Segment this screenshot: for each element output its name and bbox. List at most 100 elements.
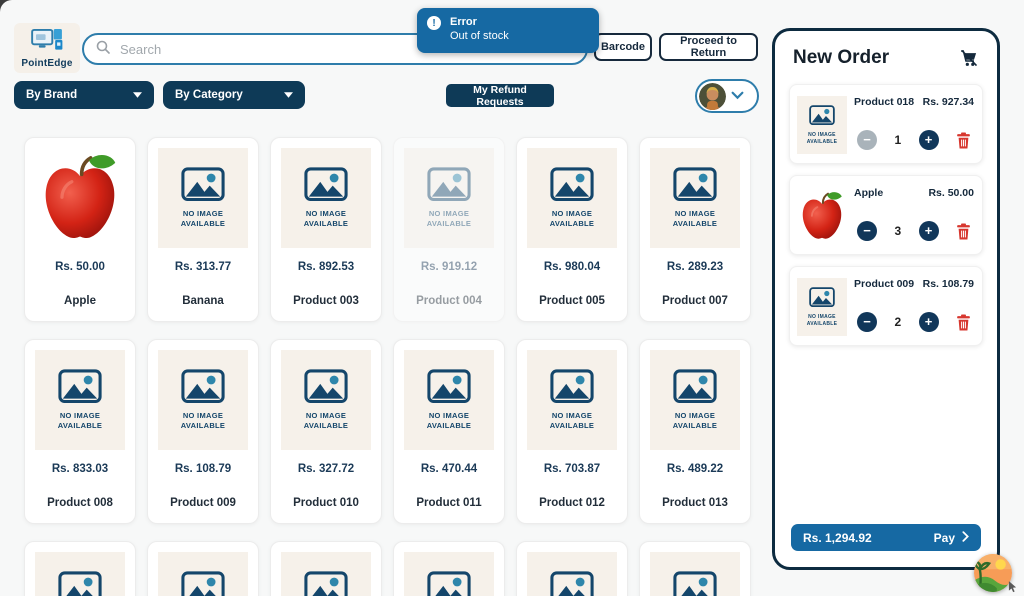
product-card[interactable]: NO IMAGEAVAILABLE Rs. 892.53 Product 003	[270, 137, 382, 322]
cart-item-name: Product 018	[854, 96, 914, 108]
product-card-partial[interactable]: NO IMAGEAVAILABLE	[147, 541, 259, 596]
toast-title: Error	[450, 15, 509, 29]
new-order-title: New Order	[793, 47, 889, 69]
product-card[interactable]: NO IMAGEAVAILABLE Rs. 489.22 Product 013	[639, 339, 751, 524]
by-category-dropdown[interactable]: By Category	[163, 81, 305, 109]
product-name: Product 010	[271, 497, 381, 509]
no-image-label: NO IMAGEAVAILABLE	[181, 411, 226, 431]
product-card[interactable]: NO IMAGEAVAILABLE Rs. 703.87 Product 012	[516, 339, 628, 524]
no-image-label: NO IMAGEAVAILABLE	[673, 209, 718, 229]
product-image: NO IMAGEAVAILABLE	[35, 350, 125, 450]
increase-quantity-button[interactable]: +	[919, 221, 939, 241]
cart-items-list: NO IMAGEAVAILABLE Product 018 Rs. 927.34…	[789, 84, 983, 346]
cart-item-name: Apple	[854, 187, 883, 199]
product-card[interactable]: NO IMAGEAVAILABLE Rs. 980.04 Product 005	[516, 137, 628, 322]
cart-item: NO IMAGEAVAILABLE Product 018 Rs. 927.34…	[789, 84, 983, 164]
product-price: Rs. 108.79	[148, 463, 258, 475]
pay-button[interactable]: Rs. 1,294.92 Pay	[791, 524, 981, 551]
cart-total: Rs. 1,294.92	[803, 531, 872, 545]
product-name: Product 011	[394, 497, 504, 509]
product-price: Rs. 327.72	[271, 463, 381, 475]
no-image-label: NO IMAGEAVAILABLE	[58, 411, 103, 431]
no-image-placeholder: NO IMAGEAVAILABLE	[673, 167, 718, 229]
decrease-quantity-button[interactable]: −	[857, 221, 877, 241]
delete-item-icon[interactable]	[956, 223, 971, 240]
no-image-icon	[809, 287, 835, 307]
clear-cart-icon[interactable]	[959, 49, 979, 68]
apple-image	[799, 191, 845, 242]
chevron-right-icon	[962, 531, 969, 545]
product-price: Rs. 489.22	[640, 463, 750, 475]
barcode-button[interactable]: Barcode	[594, 33, 652, 61]
product-price: Rs. 470.44	[394, 463, 504, 475]
product-name: Product 012	[517, 497, 627, 509]
user-menu[interactable]	[695, 79, 759, 113]
product-card-partial[interactable]: NO IMAGEAVAILABLE	[393, 541, 505, 596]
product-image: NO IMAGEAVAILABLE	[650, 350, 740, 450]
no-image-icon	[550, 369, 594, 403]
chevron-down-icon	[284, 89, 293, 101]
pay-label: Pay	[934, 531, 955, 545]
app-logo-label: PointEdge	[21, 58, 72, 69]
product-card[interactable]: Rs. 50.00 Apple	[24, 137, 136, 322]
product-card[interactable]: NO IMAGEAVAILABLE Rs. 470.44 Product 011	[393, 339, 505, 524]
delete-item-icon[interactable]	[956, 132, 971, 149]
no-image-placeholder: NO IMAGEAVAILABLE	[58, 369, 103, 431]
no-image-icon	[304, 369, 348, 403]
cart-item: NO IMAGEAVAILABLE Product 009 Rs. 108.79…	[789, 266, 983, 346]
no-image-placeholder: NO IMAGEAVAILABLE	[427, 167, 472, 229]
delete-item-icon[interactable]	[956, 314, 971, 331]
decrease-quantity-button[interactable]: −	[857, 312, 877, 332]
cart-item-quantity: 1	[894, 133, 901, 147]
product-card[interactable]: NO IMAGEAVAILABLE Rs. 108.79 Product 009	[147, 339, 259, 524]
increase-quantity-button[interactable]: +	[919, 312, 939, 332]
cart-item-name: Product 009	[854, 278, 914, 290]
product-price: Rs. 892.53	[271, 261, 381, 273]
product-grid: Rs. 50.00 Apple NO IMAGEAVAILABLE Rs. 31…	[24, 137, 760, 596]
no-image-placeholder: NO IMAGEAVAILABLE	[673, 571, 718, 596]
product-card[interactable]: NO IMAGEAVAILABLE Rs. 313.77 Banana	[147, 137, 259, 322]
no-image-placeholder: NO IMAGEAVAILABLE	[807, 105, 838, 145]
product-image: NO IMAGEAVAILABLE	[527, 350, 617, 450]
landscape-widget[interactable]	[974, 554, 1012, 592]
product-card-partial[interactable]: NO IMAGEAVAILABLE	[270, 541, 382, 596]
error-toast[interactable]: ! Error Out of stock	[417, 8, 599, 53]
no-image-icon	[427, 571, 471, 596]
proceed-to-return-button[interactable]: Proceed to Return	[659, 33, 758, 61]
product-card[interactable]: NO IMAGEAVAILABLE Rs. 833.03 Product 008	[24, 339, 136, 524]
by-brand-label: By Brand	[26, 89, 77, 101]
no-image-placeholder: NO IMAGEAVAILABLE	[58, 571, 103, 596]
no-image-icon	[181, 167, 225, 201]
pointedge-logo-icon	[31, 28, 64, 57]
no-image-icon	[181, 369, 225, 403]
no-image-placeholder: NO IMAGEAVAILABLE	[181, 571, 226, 596]
product-card-partial[interactable]: NO IMAGEAVAILABLE	[24, 541, 136, 596]
my-refund-requests-button[interactable]: My Refund Requests	[446, 84, 554, 107]
no-image-placeholder: NO IMAGEAVAILABLE	[807, 287, 838, 327]
no-image-label: NO IMAGEAVAILABLE	[304, 209, 349, 229]
no-image-label: NO IMAGEAVAILABLE	[304, 411, 349, 431]
product-card-partial[interactable]: NO IMAGEAVAILABLE	[516, 541, 628, 596]
product-card[interactable]: NO IMAGEAVAILABLE Rs. 327.72 Product 010	[270, 339, 382, 524]
product-image: NO IMAGEAVAILABLE	[281, 350, 371, 450]
by-brand-dropdown[interactable]: By Brand	[14, 81, 154, 109]
product-price: Rs. 289.23	[640, 261, 750, 273]
error-icon: !	[427, 16, 441, 30]
increase-quantity-button[interactable]: +	[919, 130, 939, 150]
no-image-icon	[673, 571, 717, 596]
product-name: Product 008	[25, 497, 135, 509]
product-image: NO IMAGEAVAILABLE	[527, 148, 617, 248]
product-image: NO IMAGEAVAILABLE	[35, 552, 125, 596]
cart-item-quantity: 3	[894, 224, 901, 238]
product-card: NO IMAGEAVAILABLE Rs. 919.12 Product 004	[393, 137, 505, 322]
product-price: Rs. 919.12	[394, 261, 504, 273]
product-name: Product 004	[394, 295, 504, 307]
no-image-placeholder: NO IMAGEAVAILABLE	[550, 167, 595, 229]
product-card[interactable]: NO IMAGEAVAILABLE Rs. 289.23 Product 007	[639, 137, 751, 322]
product-image: NO IMAGEAVAILABLE	[650, 148, 740, 248]
product-price: Rs. 833.03	[25, 463, 135, 475]
product-image: NO IMAGEAVAILABLE	[527, 552, 617, 596]
no-image-icon	[304, 571, 348, 596]
product-price: Rs. 703.87	[517, 463, 627, 475]
product-card-partial[interactable]: NO IMAGEAVAILABLE	[639, 541, 751, 596]
